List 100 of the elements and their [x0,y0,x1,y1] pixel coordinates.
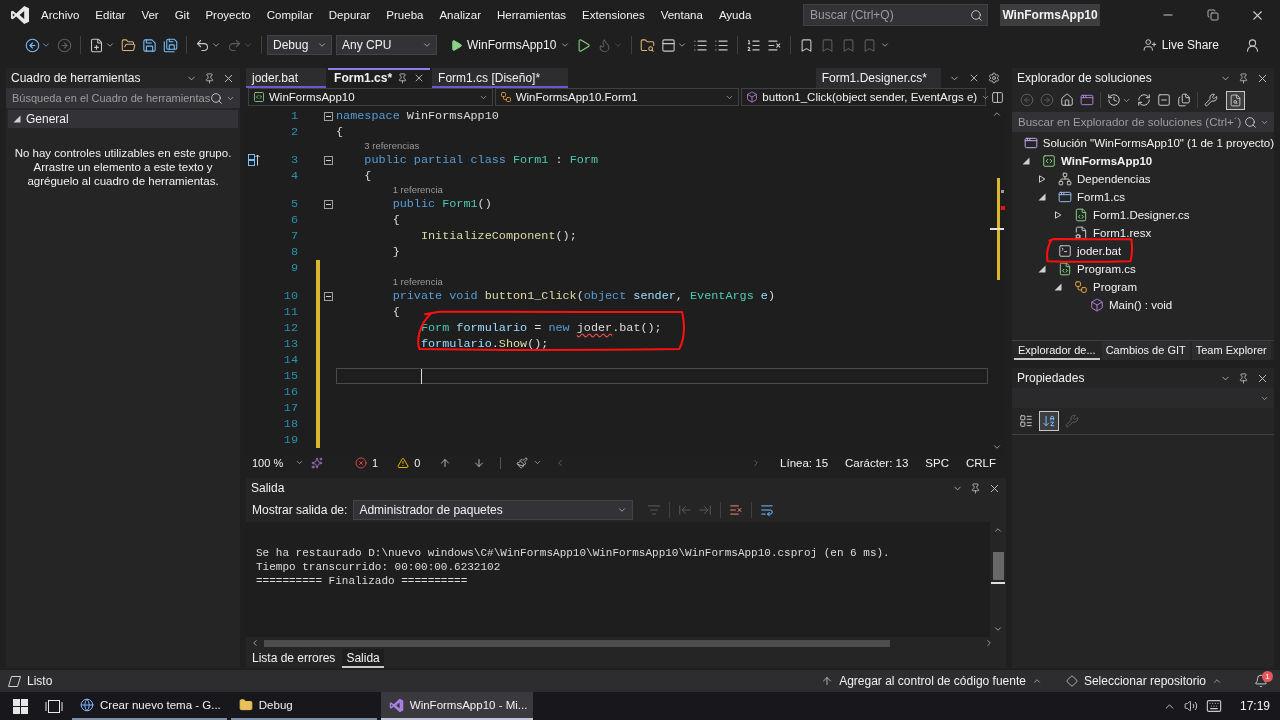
open-folder-icon[interactable] [121,37,136,53]
error-count[interactable]: 1 [372,456,379,469]
caret-down-icon[interactable] [422,40,432,50]
expanded-triangle-icon[interactable] [1054,283,1062,291]
panel-tab[interactable]: Lista de errores [248,649,340,668]
list-icon[interactable] [693,37,709,53]
person-icon[interactable] [1245,37,1260,53]
panel-tab[interactable]: Cambios de GIT [1101,341,1190,360]
add-to-source-control-button[interactable]: Agregar al control de código fuente [821,674,1042,688]
list-icon[interactable] [714,37,730,53]
output-source-dropdown[interactable]: Administrador de paquetes [353,500,634,520]
panel-tab[interactable]: Salida [342,649,384,668]
split-view-icon[interactable] [990,90,1004,104]
collapsed-triangle-icon[interactable] [1054,211,1062,219]
panel-tab[interactable]: Team Explorer [1191,341,1271,360]
collapse-box-icon[interactable] [323,155,333,165]
taskbar-app[interactable]: Debug [230,692,377,720]
taskbar-app[interactable]: WinFormsApp10 - Mi... [380,692,534,720]
undo-icon[interactable] [195,37,210,53]
menu-item[interactable]: Archivo [33,6,88,24]
caret-down-icon[interactable] [533,458,543,467]
menu-item[interactable]: Git [166,6,198,24]
clock-time[interactable]: 17:19 [1239,699,1270,713]
pin-icon[interactable] [1238,72,1249,84]
cursor-line[interactable]: Línea: 15 [774,456,835,469]
scroll-down-icon[interactable] [992,442,1002,452]
play-icon[interactable] [450,38,463,52]
tree-item[interactable]: Form1.resx [1093,227,1152,239]
tree-item[interactable]: Program [1093,281,1138,293]
close-icon[interactable] [968,72,980,84]
menu-item[interactable]: Compilar [258,6,321,24]
refresh-icon[interactable] [1137,93,1151,107]
menu-item[interactable]: Herramientas [489,6,575,24]
arrow-down-icon[interactable] [473,456,486,469]
reference-count[interactable]: 1 referencia [392,184,443,196]
caret-down-icon[interactable] [880,40,891,50]
document-tab[interactable]: Form1.cs [Diseño]* [432,68,569,88]
tree-item[interactable]: Form1.cs [1077,191,1125,203]
save-icon[interactable] [142,37,157,53]
zoom-dropdown[interactable]: 100 % [250,455,306,470]
caret-down-icon[interactable] [105,40,115,50]
stacked-squares-arrow-icon[interactable] [248,154,260,166]
select-repository-button[interactable]: Seleccionar repositorio [1065,674,1222,688]
menu-item[interactable]: Depurar [320,6,379,24]
collapse-box-icon[interactable] [323,291,333,301]
brush-icon[interactable] [516,456,529,469]
four-squares-icon[interactable] [12,698,28,714]
scroll-up-icon[interactable] [992,109,1002,119]
search-field[interactable]: Búsqueda en el Cuadro de herramientas [6,88,240,108]
tree-item[interactable]: Dependencias [1077,173,1151,185]
file-plus-icon[interactable] [89,37,104,53]
scroll-left-icon[interactable] [250,638,260,648]
play-outline-icon[interactable] [576,37,592,53]
navigation-dropdown[interactable]: WinFormsApp10 [248,88,493,106]
menu-item[interactable]: Analizar [431,6,489,24]
expanded-triangle-icon[interactable] [1038,265,1046,273]
caret-down-icon[interactable] [617,505,628,515]
reference-count[interactable]: 3 referencias [364,140,420,152]
files-icon[interactable] [1177,93,1191,107]
reference-count[interactable]: 1 referencia [392,276,443,288]
window-layout-icon[interactable] [661,37,677,53]
menu-item[interactable]: Proyecto [197,6,259,24]
caret-down-icon[interactable] [317,40,327,50]
settings-icon[interactable] [988,72,1000,84]
menu-item[interactable]: Editar [87,6,134,24]
tree-item[interactable]: Main() : void [1109,299,1173,311]
scroll-thumb[interactable] [993,552,1004,580]
collapse-box-icon[interactable] [323,199,333,209]
bell-icon[interactable] [1254,674,1268,688]
scroll-down-icon[interactable] [993,624,1003,634]
navigation-dropdown[interactable]: button1_Click(object sender, EventArgs e) [741,88,986,106]
warning-icon[interactable] [397,456,410,469]
search-field[interactable]: Buscar en Explorador de soluciones (Ctrl+´) [1012,112,1274,132]
line-ending[interactable]: CRLF [959,456,1002,469]
toolbar-dropdown[interactable]: Debug [267,35,332,55]
house-icon[interactable] [1060,93,1074,107]
app-window-icon[interactable] [1080,93,1094,107]
list-x-icon[interactable] [767,37,783,53]
expanded-triangle-icon[interactable] [1038,193,1046,201]
toolbar-dropdown[interactable]: Any CPU [336,35,437,55]
pin-icon[interactable] [204,72,215,84]
caret-down-icon[interactable] [41,40,51,50]
arrow-up-icon[interactable] [439,456,452,469]
scroll-up-icon[interactable] [993,525,1003,535]
pin-icon[interactable] [970,482,981,494]
search-icon[interactable] [210,91,223,105]
expanded-triangle-icon[interactable] [1022,157,1030,165]
start-button[interactable]: WinFormsApp10 [447,38,574,52]
cursor-column[interactable]: Carácter: 13 [839,456,915,469]
pin-icon[interactable] [397,72,409,84]
taskbar-app[interactable]: Crear nuevo tema - G... [72,692,227,720]
collapse-box-icon[interactable] [323,111,333,121]
scroll-thumb[interactable] [264,639,890,647]
circle-arrow-left-icon[interactable] [25,37,40,53]
whitespace-mode[interactable]: SPC [919,456,955,469]
keyboard-icon[interactable] [1205,698,1222,714]
warning-count[interactable]: 0 [414,456,421,469]
menu-item[interactable]: Extensiones [574,6,653,24]
clock-history-icon[interactable] [1107,93,1121,107]
square-minus-icon[interactable] [1157,93,1171,107]
